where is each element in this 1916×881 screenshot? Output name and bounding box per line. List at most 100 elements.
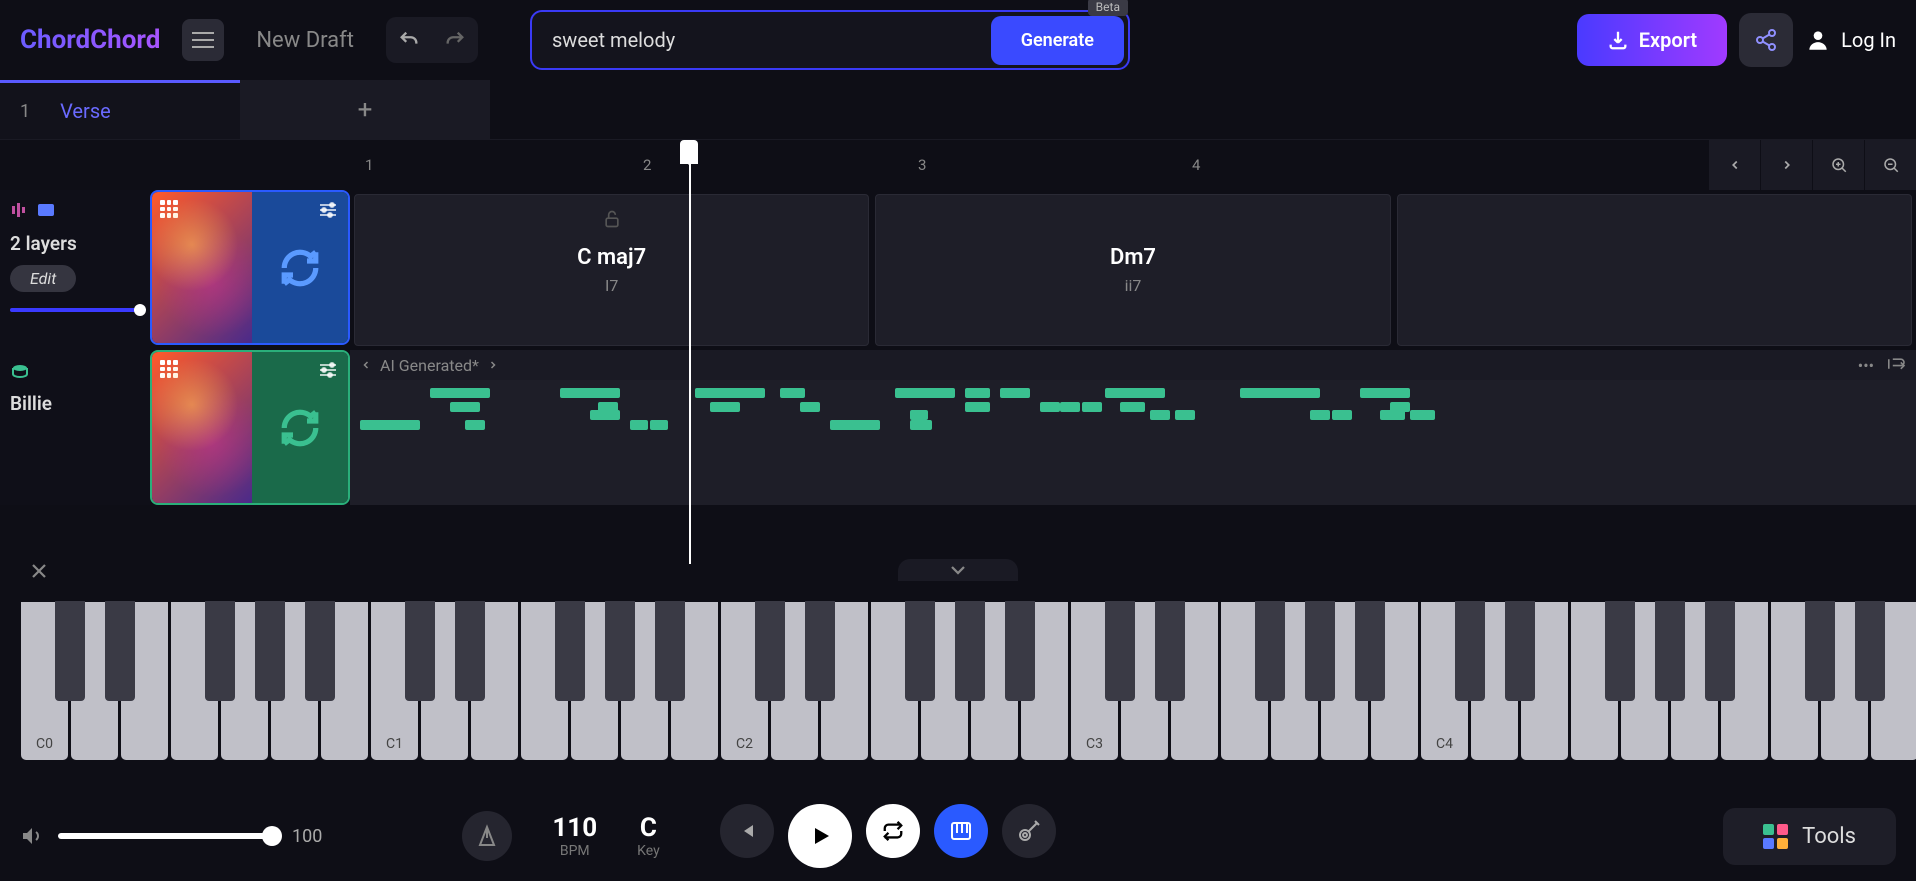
playhead-marker[interactable]: [680, 140, 698, 164]
tools-label: Tools: [1802, 824, 1856, 849]
tools-button[interactable]: Tools: [1723, 808, 1896, 865]
melody-track-thumb[interactable]: [150, 350, 350, 505]
loop-icon: [882, 820, 904, 842]
draft-title[interactable]: New Draft: [256, 28, 354, 53]
generate-button[interactable]: Generate: [991, 16, 1124, 65]
track-volume-slider[interactable]: [10, 308, 140, 312]
chevron-right-icon[interactable]: [487, 359, 499, 371]
chord-track-thumb[interactable]: [150, 190, 350, 345]
user-icon: [1805, 27, 1831, 53]
hamburger-icon: [192, 31, 214, 49]
tab-name: Verse: [60, 99, 111, 123]
playhead-line: [689, 164, 691, 564]
piano-black-key[interactable]: [755, 601, 785, 701]
piano-black-key[interactable]: [305, 601, 335, 701]
piano-black-key[interactable]: [655, 601, 685, 701]
zoom-out-button[interactable]: [1864, 140, 1916, 190]
add-section-button[interactable]: +: [240, 80, 490, 139]
piano-black-key[interactable]: [1305, 601, 1335, 701]
chord-name: Dm7: [1110, 245, 1156, 270]
loop-button[interactable]: [866, 804, 920, 858]
zoom-out-icon: [1882, 156, 1900, 174]
piano-black-key[interactable]: [905, 601, 935, 701]
tools-grid-icon: [1763, 824, 1788, 849]
collapse-piano-button[interactable]: [898, 559, 1018, 581]
piano-black-key[interactable]: [805, 601, 835, 701]
key-value[interactable]: C: [637, 813, 660, 843]
export-button[interactable]: Export: [1577, 14, 1727, 66]
edit-layers-button[interactable]: Edit: [10, 265, 76, 292]
section-tab[interactable]: 1 Verse: [0, 80, 240, 139]
piano-black-key[interactable]: [1855, 601, 1885, 701]
bpm-label: BPM: [552, 843, 597, 859]
chevron-down-icon: [949, 564, 967, 576]
app-logo[interactable]: ChordChord: [20, 25, 160, 55]
guitar-view-button[interactable]: [1002, 804, 1056, 858]
piano-black-key[interactable]: [605, 601, 635, 701]
play-icon: [808, 824, 832, 848]
bpm-value[interactable]: 110: [552, 813, 597, 843]
piano-keyboard[interactable]: C0C1C2C3C4: [20, 601, 1916, 761]
chord-name: C maj7: [577, 245, 646, 270]
piano-black-key[interactable]: [1805, 601, 1835, 701]
chevron-left-icon[interactable]: [360, 359, 372, 371]
piano-black-key[interactable]: [955, 601, 985, 701]
melody-track-label: Billie: [10, 392, 140, 415]
download-icon: [1607, 29, 1629, 51]
zoom-in-button[interactable]: [1812, 140, 1864, 190]
melody-variant-label: AI Generated*: [380, 356, 479, 375]
login-button[interactable]: Log In: [1805, 27, 1896, 53]
piano-black-key[interactable]: [1255, 601, 1285, 701]
refresh-icon[interactable]: [279, 247, 321, 289]
piano-black-key[interactable]: [1505, 601, 1535, 701]
piano-black-key[interactable]: [1005, 601, 1035, 701]
login-label: Log In: [1841, 28, 1896, 52]
share-button[interactable]: [1739, 13, 1793, 67]
metronome-button[interactable]: [462, 811, 512, 861]
piano-icon: [949, 819, 973, 843]
piano-view-button[interactable]: [934, 804, 988, 858]
menu-button[interactable]: [182, 19, 224, 61]
piano-black-key[interactable]: [555, 601, 585, 701]
chord-block-partial[interactable]: [1397, 194, 1912, 346]
redo-button[interactable]: [434, 19, 476, 61]
piano-black-key[interactable]: [405, 601, 435, 701]
grid-icon: [160, 360, 178, 378]
sliders-icon[interactable]: [318, 202, 338, 218]
piano-black-key[interactable]: [205, 601, 235, 701]
play-button[interactable]: [788, 804, 852, 868]
loop-selection-icon[interactable]: [1886, 356, 1906, 372]
skip-back-button[interactable]: [720, 804, 774, 858]
piano-black-key[interactable]: [105, 601, 135, 701]
chord-block[interactable]: Dm7 ii7: [875, 194, 1390, 346]
piano-black-key[interactable]: [1705, 601, 1735, 701]
key-label: C1: [386, 736, 403, 752]
chord-roman: I7: [605, 276, 618, 295]
piano-black-key[interactable]: [55, 601, 85, 701]
piano-mini-icon: [36, 200, 56, 220]
master-volume-slider[interactable]: [58, 833, 278, 839]
volume-icon[interactable]: [20, 824, 44, 848]
timeline-next-button[interactable]: [1760, 140, 1812, 190]
waveform-icon: [10, 200, 30, 220]
piano-black-key[interactable]: [1355, 601, 1385, 701]
refresh-icon[interactable]: [279, 407, 321, 449]
piano-black-key[interactable]: [1155, 601, 1185, 701]
timeline-prev-button[interactable]: [1708, 140, 1760, 190]
piano-black-key[interactable]: [1655, 601, 1685, 701]
piano-black-key[interactable]: [455, 601, 485, 701]
chord-block[interactable]: C maj7 I7: [354, 194, 869, 346]
piano-black-key[interactable]: [255, 601, 285, 701]
more-icon[interactable]: •••: [1858, 356, 1874, 375]
piano-black-key[interactable]: [1605, 601, 1635, 701]
metronome-icon: [475, 824, 499, 848]
undo-button[interactable]: [388, 19, 430, 61]
key-label: C0: [36, 736, 53, 752]
piano-black-key[interactable]: [1105, 601, 1135, 701]
melody-piano-roll[interactable]: [350, 380, 1916, 505]
key-label: C2: [736, 736, 753, 752]
piano-black-key[interactable]: [1455, 601, 1485, 701]
ruler-mark: 2: [643, 156, 651, 174]
lock-icon: [602, 209, 622, 229]
sliders-icon[interactable]: [318, 362, 338, 378]
